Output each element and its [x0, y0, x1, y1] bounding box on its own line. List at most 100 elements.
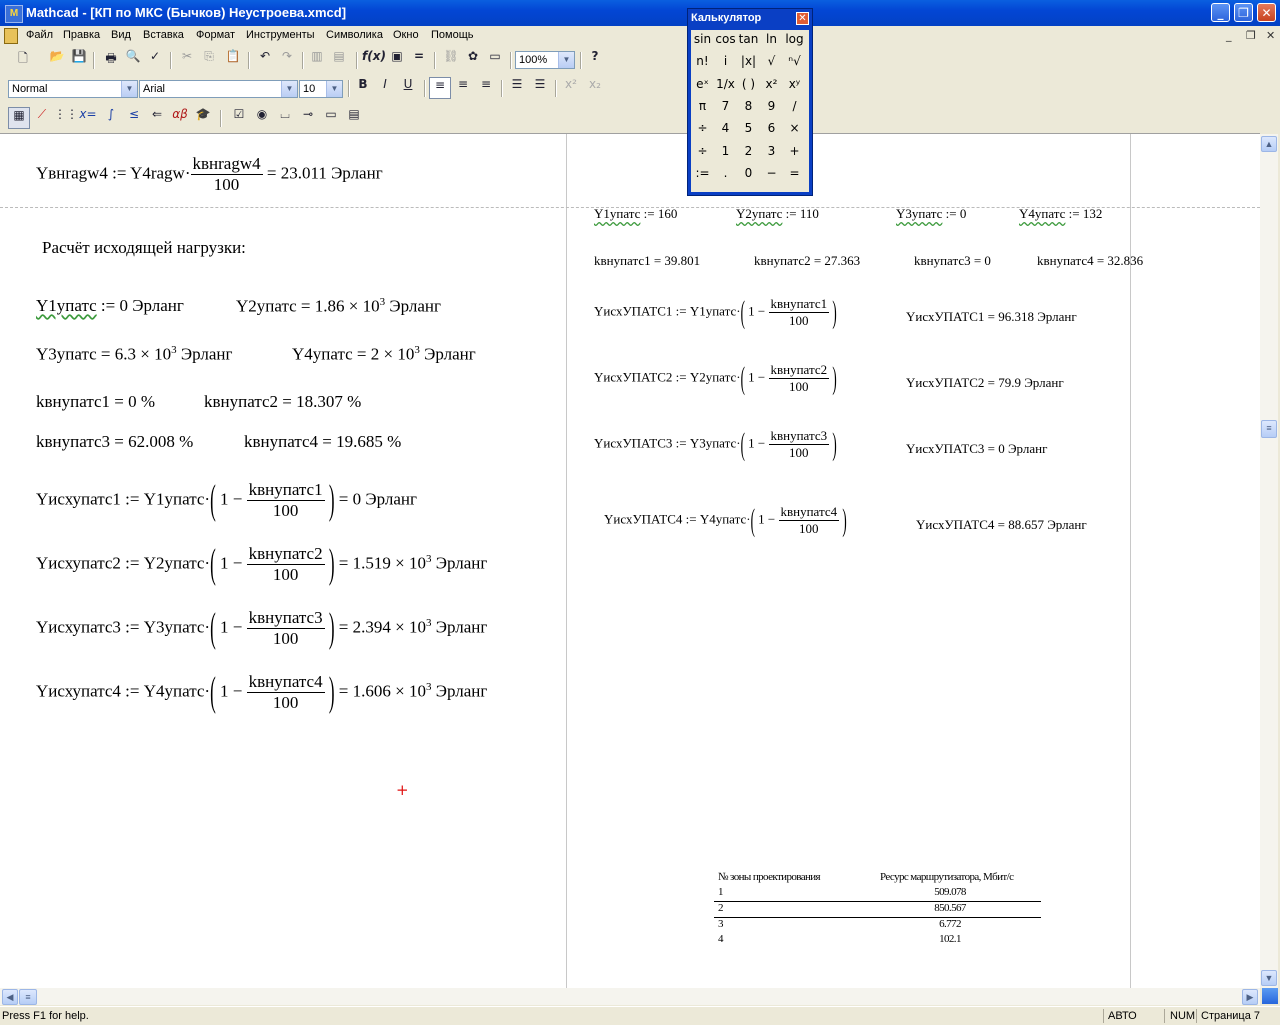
- equation-r-yishupats2[interactable]: YисхУПАТС2 := Y2упатс·( 1 − kвнупатс2 100…: [594, 359, 837, 395]
- cut-icon[interactable]: ✂: [176, 49, 198, 71]
- calculator-key[interactable]: ÷: [691, 121, 714, 142]
- menu-symbolics[interactable]: Символика: [326, 29, 383, 41]
- chevron-down-icon[interactable]: ▼: [558, 52, 574, 68]
- equation-yishupats1[interactable]: Yисхупатс1 := Y1упатс·( 1 − kвнупатс1 100…: [36, 477, 417, 523]
- save-icon[interactable]: 💾: [68, 49, 90, 71]
- style-select[interactable]: Normal ▼: [8, 80, 138, 98]
- boolean-toolbar-icon[interactable]: ≤: [123, 107, 145, 129]
- equation-r-y3upats[interactable]: Y3упатс := 0: [896, 206, 966, 222]
- equation-y1upats[interactable]: Y1упатс := 0 Эрланг: [36, 296, 184, 316]
- menu-insert[interactable]: Вставка: [143, 29, 184, 41]
- new-icon[interactable]: 🗋: [12, 49, 34, 71]
- calculator-key[interactable]: tan: [737, 32, 760, 53]
- align-down-icon[interactable]: ▤: [328, 49, 350, 71]
- scroll-left-icon[interactable]: ◀: [2, 989, 18, 1005]
- programming-toolbar-icon[interactable]: ⇐: [146, 107, 168, 129]
- equation-r-y1upats[interactable]: Y1упатс := 160: [594, 206, 677, 222]
- calculator-key[interactable]: 4: [714, 121, 737, 142]
- listbox-control-icon[interactable]: ▤: [343, 107, 365, 129]
- graph-toolbar-icon[interactable]: ⟋: [31, 107, 53, 129]
- font-size-select[interactable]: 10 ▼: [299, 80, 343, 98]
- hscroll-thumb[interactable]: ≡: [19, 989, 37, 1005]
- menu-tools[interactable]: Инструменты: [246, 29, 315, 41]
- copy-icon[interactable]: ⎘: [198, 49, 220, 71]
- equation-yishupats4[interactable]: Yисхупатс4 := Y4упатс·( 1 − kвнупатс4 100…: [36, 669, 487, 715]
- calculator-key[interactable]: xʸ: [783, 77, 806, 98]
- matrix-toolbar-icon[interactable]: ⋮⋮: [54, 107, 78, 129]
- worksheet[interactable]: Yвнragw4 := Y4ragw· kвнragw4 100 = 23.011 …: [0, 133, 1260, 989]
- zoom-select[interactable]: 100% ▼: [515, 51, 575, 69]
- print-preview-icon[interactable]: 🔍: [122, 49, 144, 71]
- insert-function-icon[interactable]: f(x): [362, 49, 386, 71]
- calculator-key[interactable]: sin: [691, 32, 714, 53]
- scroll-right-icon[interactable]: ▶: [1242, 989, 1258, 1005]
- equation-r-kvnupats1[interactable]: kвнупатс1 = 39.801: [594, 253, 700, 269]
- align-across-icon[interactable]: ▥: [306, 49, 328, 71]
- superscript-icon[interactable]: x²: [560, 77, 582, 99]
- menu-help[interactable]: Помощь: [431, 29, 474, 41]
- equation-y3upats[interactable]: Y3упатс = 6.3 × 103 Эрланг: [36, 344, 232, 365]
- calculator-key[interactable]: 2: [737, 144, 760, 165]
- vertical-scrollbar[interactable]: ▲ ≡ ▼: [1260, 134, 1278, 988]
- calculator-key[interactable]: 8: [737, 99, 760, 120]
- calculator-key[interactable]: ÷: [691, 144, 714, 165]
- calculate-icon[interactable]: =: [408, 49, 430, 71]
- calculator-key[interactable]: 6: [760, 121, 783, 142]
- doc-close-icon[interactable]: ✕: [1266, 29, 1275, 42]
- scroll-down-icon[interactable]: ▼: [1261, 970, 1277, 986]
- equation-r-yishupats4[interactable]: YисхУПАТС4 := Y4упатс·( 1 − kвнупатс4 100…: [604, 501, 847, 537]
- resource-center-icon[interactable]: ▭: [484, 49, 506, 71]
- doc-minimize-icon[interactable]: _: [1226, 29, 1232, 42]
- bold-icon[interactable]: B: [352, 77, 374, 99]
- equation-r-yishupats1[interactable]: YисхУПАТС1 := Y1упатс·( 1 − kвнупатс1 100…: [594, 293, 837, 329]
- result-r-yishupats2[interactable]: YисхУПАТС2 = 79.9 Эрланг: [906, 375, 1064, 391]
- equation-r-kvnupats2[interactable]: kвнупатс2 = 27.363: [754, 253, 860, 269]
- redo-icon[interactable]: ↷: [276, 49, 298, 71]
- router-resource-table[interactable]: № зоны проектирования Ресурс маршрутизат…: [714, 871, 1041, 948]
- equation-r-y2upats[interactable]: Y2упатс := 110: [736, 206, 819, 222]
- equation-r-yishupats3[interactable]: YисхУПАТС3 := Y3упатс·( 1 − kвнупатс3 100…: [594, 425, 837, 461]
- result-r-yishupats4[interactable]: YисхУПАТС4 = 88.657 Эрланг: [916, 517, 1087, 533]
- chevron-down-icon[interactable]: ▼: [326, 81, 342, 97]
- calculator-key[interactable]: −: [760, 166, 783, 187]
- menu-view[interactable]: Вид: [111, 29, 131, 41]
- calculator-key[interactable]: eˣ: [691, 77, 714, 98]
- menu-format[interactable]: Формат: [196, 29, 235, 41]
- numbering-icon[interactable]: ☰: [529, 77, 551, 99]
- calculator-key[interactable]: 9: [760, 99, 783, 120]
- equation-kvnupats4[interactable]: kвнупатс4 = 19.685 %: [244, 432, 401, 452]
- align-center-icon[interactable]: ≡: [452, 77, 474, 99]
- menu-window[interactable]: Окно: [393, 29, 419, 41]
- calculator-key[interactable]: 3: [760, 144, 783, 165]
- calculator-key[interactable]: +: [783, 144, 806, 165]
- calculator-key[interactable]: :=: [691, 166, 714, 187]
- insert-component-icon[interactable]: ✿: [462, 49, 484, 71]
- calculator-key[interactable]: x²: [760, 77, 783, 98]
- calculator-close-button[interactable]: ✕: [796, 12, 809, 25]
- push-button-control-icon[interactable]: ⌴: [274, 107, 296, 129]
- equation-kvnupats2[interactable]: kвнупатс2 = 18.307 %: [204, 392, 361, 412]
- calculator-key[interactable]: 7: [714, 99, 737, 120]
- scroll-thumb[interactable]: ≡: [1261, 420, 1277, 438]
- equation-y4upats[interactable]: Y4упатс = 2 × 103 Эрланг: [292, 344, 476, 365]
- equation-yishupats2[interactable]: Yисхупатс2 := Y2упатс·( 1 − kвнупатс2 100…: [36, 541, 487, 587]
- font-select[interactable]: Arial ▼: [139, 80, 298, 98]
- print-icon[interactable]: 🖶: [100, 49, 122, 71]
- calculator-key[interactable]: ( ): [737, 77, 760, 98]
- minimize-button[interactable]: _: [1211, 3, 1230, 22]
- bullets-icon[interactable]: ☰: [506, 77, 528, 99]
- calculator-key[interactable]: ⁿ√: [783, 54, 806, 75]
- calculator-key[interactable]: √: [760, 54, 783, 75]
- calculator-key[interactable]: /: [783, 99, 806, 120]
- calculator-key[interactable]: i: [714, 54, 737, 75]
- undo-icon[interactable]: ↶: [254, 49, 276, 71]
- spellcheck-icon[interactable]: ✓: [144, 49, 166, 71]
- menu-edit[interactable]: Правка: [63, 29, 100, 41]
- equation-yishupats3[interactable]: Yисхупатс3 := Y3упатс·( 1 − kвнупатс3 100…: [36, 605, 487, 651]
- maximize-button[interactable]: ❐: [1234, 3, 1253, 22]
- horizontal-scrollbar[interactable]: ◀ ≡ ▶: [0, 988, 1260, 1005]
- underline-icon[interactable]: U: [397, 77, 419, 99]
- open-icon[interactable]: 📂: [46, 49, 68, 71]
- menu-file[interactable]: Файл: [26, 29, 53, 41]
- symbolic-toolbar-icon[interactable]: 🎓: [192, 107, 214, 129]
